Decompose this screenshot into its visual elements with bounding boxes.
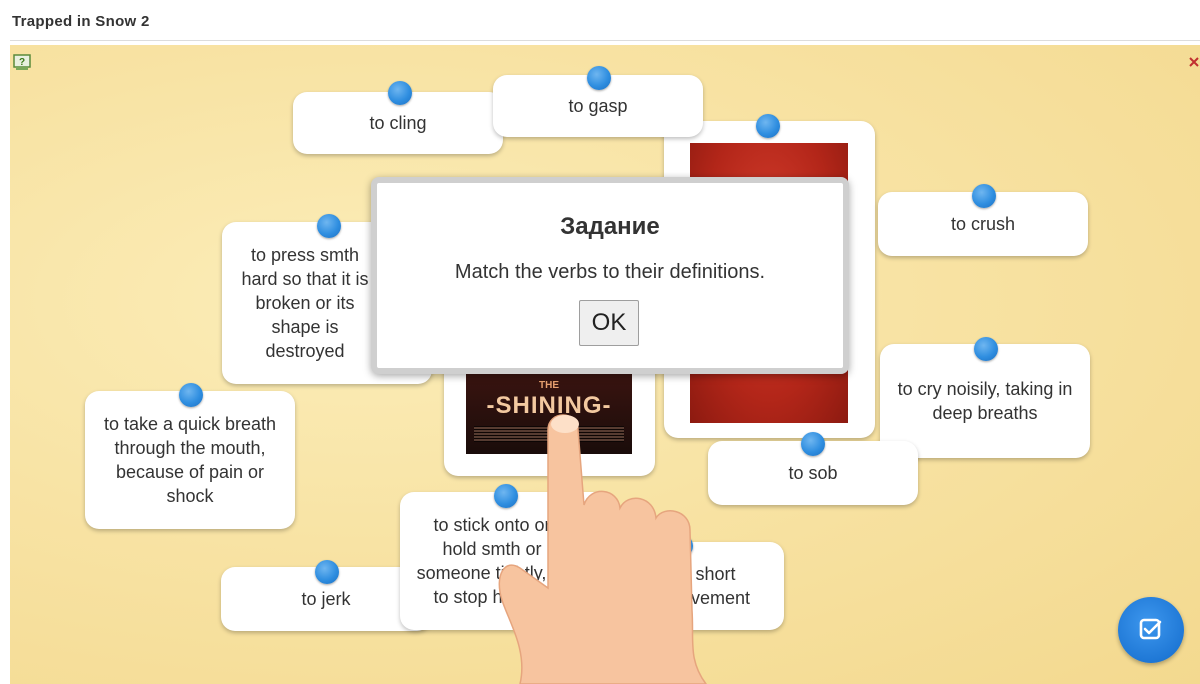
connector-dot[interactable] [669,534,693,558]
card-label: to stick onto or hold smth or someone ti… [416,515,568,607]
card-cry-definition[interactable]: to cry noisily, taking in deep breaths [880,344,1090,458]
card-label: to sob [788,463,838,483]
connector-dot[interactable] [315,560,339,584]
connector-dot[interactable] [494,484,518,508]
connector-dot[interactable] [801,432,825,456]
task-dialog: Задание Match the verbs to their definit… [371,177,849,374]
ok-button[interactable]: OK [579,300,639,346]
card-label: to cling [369,113,427,133]
connector-dot[interactable] [972,184,996,208]
card-label: to cry noisily, taking in deep breaths [897,379,1073,423]
close-icon[interactable] [1188,56,1200,68]
help-icon[interactable]: ? [13,54,33,72]
card-label: to jerk [301,589,351,609]
poster-title: -SHINING- [486,392,612,419]
connector-dot[interactable] [756,114,780,138]
card-label: a short movement [665,564,751,608]
card-label: to press smth hard so that it is broken … [241,245,369,361]
poster-credits [474,426,624,442]
check-icon [1139,618,1162,640]
poster-tagline: THE [539,380,559,391]
app-title: Trapped in Snow 2 [12,13,150,30]
dialog-message: Match the verbs to their definitions. [454,261,766,283]
connector-dot[interactable] [388,81,412,105]
card-label: to take a quick breath through the mouth… [103,414,277,506]
poster-image-shining: THE -SHINING- [466,372,632,454]
dialog-title: Задание [560,213,660,240]
connector-dot[interactable] [317,214,341,238]
check-answers-button[interactable] [1118,597,1184,663]
connector-dot[interactable] [974,337,998,361]
card-quick-breath-definition[interactable]: to take a quick breath through the mouth… [85,391,295,529]
card-label: to gasp [568,96,628,116]
card-stick-definition[interactable]: to stick onto or hold smth or someone ti… [400,492,612,630]
connector-dot[interactable] [587,66,611,90]
connector-dot[interactable] [179,383,203,407]
card-label: to crush [950,214,1016,234]
svg-text:?: ? [19,57,25,68]
title-divider [10,40,1200,41]
